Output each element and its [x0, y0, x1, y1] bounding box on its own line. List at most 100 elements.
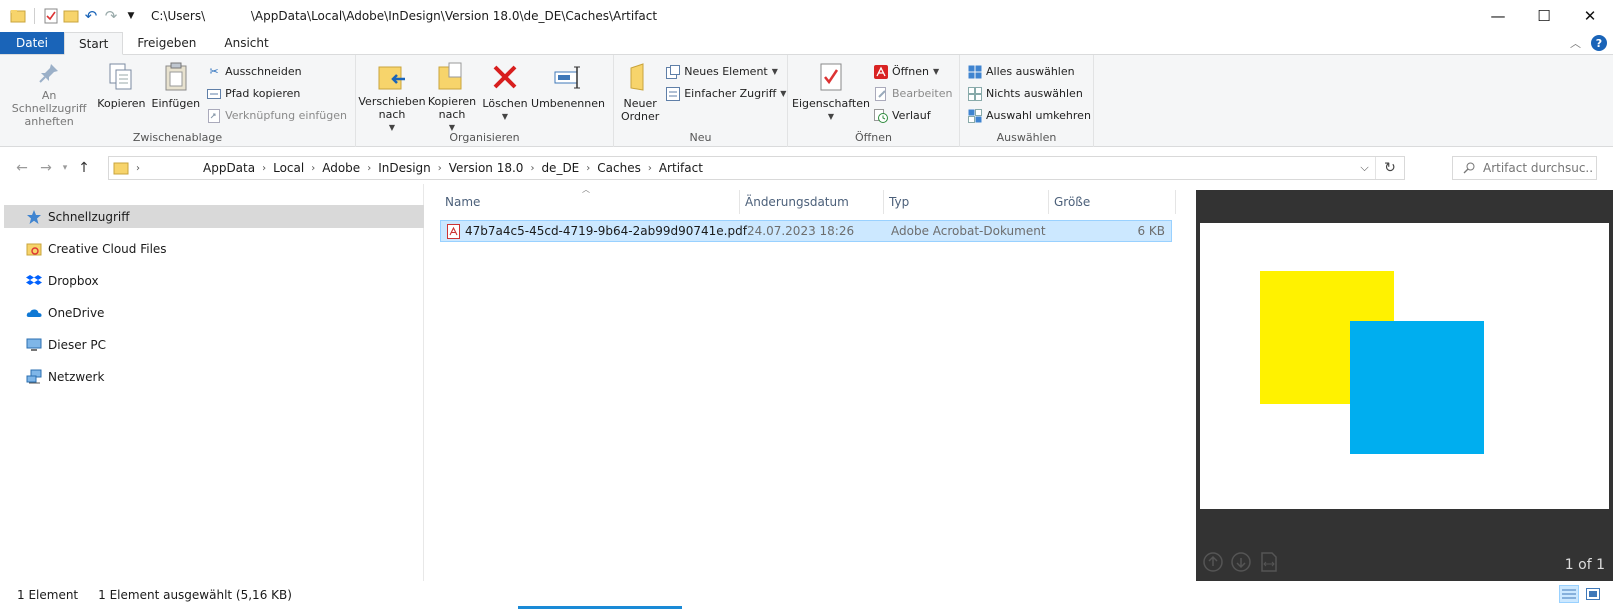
column-header-size[interactable]: Größe [1049, 190, 1176, 214]
table-row[interactable]: 47b7a4c5-45cd-4719-9b64-2ab99d90741e.pdf… [440, 220, 1172, 242]
sidebar-item-label: Dropbox [48, 273, 99, 288]
redo-icon[interactable]: ↷ [103, 7, 119, 25]
rename-button[interactable]: Umbenennen [530, 59, 606, 129]
edit-button[interactable]: Bearbeiten [874, 84, 952, 103]
group-label-new: Neu [689, 131, 712, 144]
copy-to-icon [436, 61, 468, 91]
column-headers: ︿ Name Änderungsdatum Typ Größe [440, 185, 1176, 214]
history-button[interactable]: Verlauf [874, 106, 952, 125]
invert-selection-button[interactable]: Auswahl umkehren [968, 106, 1091, 125]
new-folder-icon[interactable] [63, 8, 79, 24]
breadcrumb-separator[interactable]: › [645, 163, 655, 174]
sidebar-item-label: Schnellzugriff [48, 209, 130, 224]
sidebar-item-netzwerk[interactable]: Netzwerk [0, 365, 423, 388]
status-selection: 1 Element ausgewählt (5,16 KB) [98, 588, 292, 602]
up-button[interactable]: ↑ [72, 156, 96, 180]
fit-width-icon[interactable] [1258, 551, 1280, 573]
sidebar-item-onedrive[interactable]: OneDrive [0, 301, 423, 324]
details-view-button[interactable] [1559, 585, 1579, 603]
sidebar-item-label: OneDrive [48, 305, 105, 320]
copy-to-button[interactable]: Kopieren nach ▼ [424, 59, 480, 132]
collapse-ribbon-icon[interactable]: ︿ [1570, 35, 1581, 51]
properties-button[interactable]: Eigenschaften ▼ [792, 59, 870, 129]
address-bar[interactable]: › AppData › Local › Adobe › InDesign › Version 1… [108, 156, 1405, 180]
new-folder-button[interactable]: Neuer Ordner [618, 59, 662, 129]
sidebar-item-dieser-pc[interactable]: Dieser PC [0, 333, 423, 356]
next-page-icon[interactable] [1230, 551, 1252, 573]
breadcrumb-separator[interactable]: › [583, 163, 593, 174]
breadcrumb-item[interactable]: Caches [593, 161, 645, 175]
onedrive-cloud-icon [26, 305, 42, 321]
breadcrumb-item[interactable]: Version 18.0 [445, 161, 528, 175]
breadcrumb-item[interactable]: de_DE [537, 161, 583, 175]
customize-toolbar-icon[interactable]: ▼ [123, 8, 139, 24]
paste-button[interactable]: Einfügen [149, 59, 204, 129]
search-box[interactable] [1452, 156, 1597, 180]
previous-page-icon[interactable] [1202, 551, 1224, 573]
scissors-icon: ✂ [209, 65, 219, 78]
cut-button[interactable]: ✂ Ausschneiden [207, 62, 347, 81]
group-select: Alles auswählen Nichts auswählen Auswahl… [960, 55, 1094, 147]
open-button[interactable]: Öffnen ▼ [874, 62, 952, 81]
back-button[interactable]: ← [10, 156, 34, 180]
select-all-button[interactable]: Alles auswählen [968, 62, 1091, 81]
move-to-icon [376, 61, 408, 91]
status-bar: 1 Element 1 Element ausgewählt (5,16 KB) [0, 581, 1613, 609]
properties-icon[interactable] [43, 8, 59, 24]
column-header-name[interactable]: Name [440, 190, 740, 214]
breadcrumb-item[interactable]: AppData [199, 161, 259, 175]
breadcrumb-item[interactable]: Artifact [655, 161, 707, 175]
sidebar-item-dropbox[interactable]: Dropbox [0, 269, 423, 292]
details-view-icon [1562, 589, 1576, 599]
new-item-button[interactable]: Neues Element ▼ [666, 62, 786, 81]
tab-share[interactable]: Freigeben [123, 32, 210, 54]
select-none-button[interactable]: Nichts auswählen [968, 84, 1091, 103]
edit-icon [874, 86, 888, 101]
column-header-date[interactable]: Änderungsdatum [740, 190, 884, 214]
breadcrumb-separator[interactable]: › [435, 163, 445, 174]
copy-path-button[interactable]: Pfad kopieren [207, 84, 347, 103]
tab-start[interactable]: Start [64, 32, 124, 55]
sidebar-item-schnellzugriff[interactable]: Schnellzugriff [4, 205, 424, 228]
easy-access-button[interactable]: Einfacher Zugriff ▼ [666, 84, 786, 103]
file-size: 6 KB [1137, 224, 1165, 238]
help-icon[interactable]: ? [1591, 35, 1607, 51]
tab-view[interactable]: Ansicht [210, 32, 282, 54]
copy-button[interactable]: Kopieren [94, 59, 148, 129]
group-label-open: Öffnen [855, 131, 892, 144]
preview-pane: 1 of 1 [1196, 190, 1613, 581]
breadcrumb-separator[interactable]: › [364, 163, 374, 174]
undo-icon[interactable]: ↶ [83, 7, 99, 25]
maximize-button[interactable]: ☐ [1521, 0, 1567, 32]
new-folder-large-icon [624, 61, 656, 93]
breadcrumb-separator[interactable]: › [308, 163, 318, 174]
refresh-button[interactable]: ↻ [1376, 157, 1404, 179]
breadcrumb-separator[interactable]: › [527, 163, 537, 174]
navigation-pane: Schnellzugriff Creative Cloud Files Dropbo… [0, 184, 424, 581]
delete-button[interactable]: Löschen ▼ [480, 59, 530, 129]
select-none-icon [968, 86, 982, 101]
file-date: 24.07.2023 18:26 [747, 224, 855, 238]
network-icon [26, 369, 42, 385]
breadcrumb-item[interactable]: Local [269, 161, 308, 175]
group-clipboard: An Schnellzugriff anheften Kopieren Einf… [0, 55, 356, 147]
paste-shortcut-button[interactable]: Verknüpfung einfügen [207, 106, 347, 125]
preview-graphic [1260, 271, 1484, 454]
column-header-type[interactable]: Typ [884, 190, 1049, 214]
breadcrumb-separator[interactable]: › [259, 163, 269, 174]
forward-button[interactable]: → [34, 156, 58, 180]
pin-quick-access-button[interactable]: An Schnellzugriff anheften [4, 59, 94, 129]
tab-file[interactable]: Datei [0, 32, 65, 54]
large-icons-view-button[interactable] [1583, 585, 1603, 603]
minimize-button[interactable]: — [1475, 0, 1521, 32]
breadcrumb-item[interactable]: InDesign [374, 161, 435, 175]
sidebar-item-creative-cloud-files[interactable]: Creative Cloud Files [0, 237, 423, 260]
address-history-button[interactable]: ⌵ [1354, 157, 1376, 179]
breadcrumb: AppData › Local › Adobe › InDesign › Version 18.… [199, 157, 707, 179]
close-button[interactable]: ✕ [1567, 0, 1613, 32]
search-input[interactable] [1483, 161, 1593, 175]
breadcrumb-item[interactable]: Adobe [318, 161, 364, 175]
move-to-button[interactable]: Verschieben nach ▼ [358, 59, 426, 132]
window-title: C:\Users\ \AppData\Local\Adobe\InDesign\… [151, 9, 658, 23]
recent-locations-button[interactable]: ▾ [58, 156, 72, 180]
